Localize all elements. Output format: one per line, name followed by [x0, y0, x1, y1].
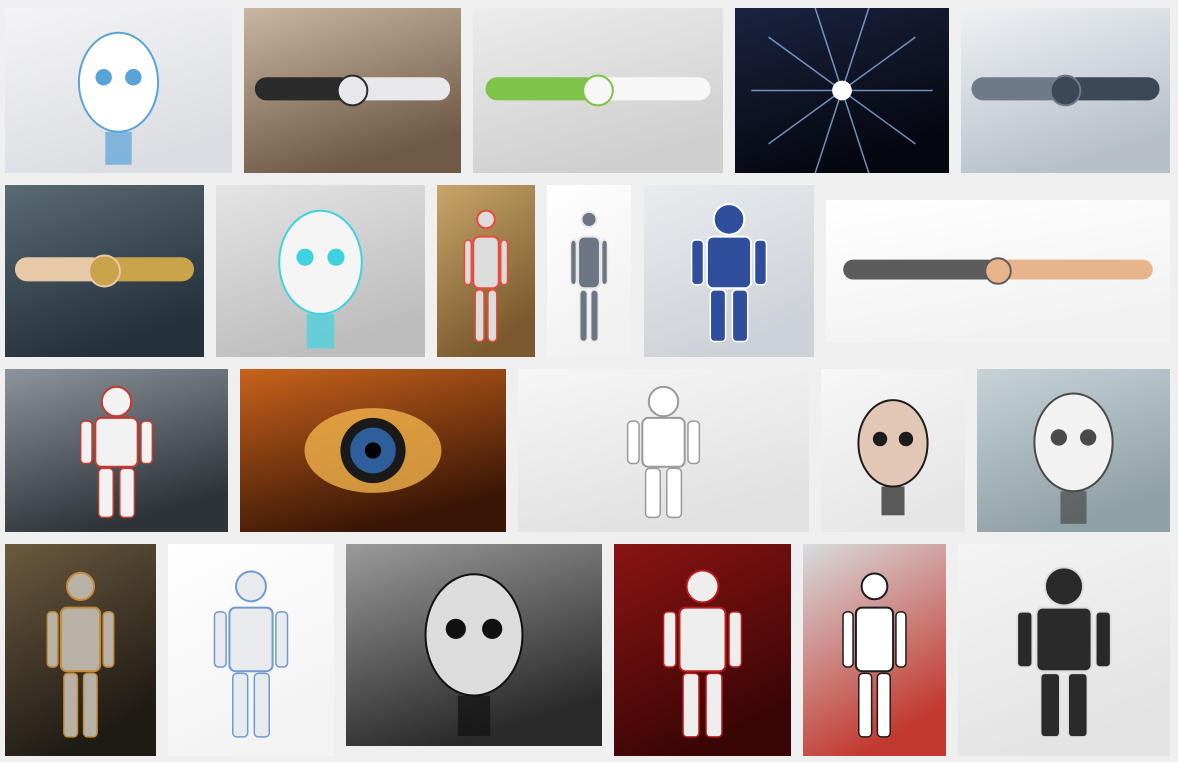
small-humanoid-robot-tile[interactable] [547, 185, 631, 357]
golden-robot-hand-tile[interactable] [5, 185, 204, 357]
woman-robot-costume-icon [437, 185, 535, 357]
asimo-stairs-tile[interactable] [803, 544, 946, 756]
white-blue-robot-tile[interactable] [168, 544, 334, 756]
robot-arm-reaching-tile[interactable] [473, 8, 723, 173]
upside-down-face-tile[interactable] [821, 369, 965, 532]
asimo-robot-icon [803, 544, 946, 756]
blue-robot-icon [644, 185, 814, 357]
robot-skull-bw-tile[interactable] [346, 544, 602, 746]
handshake-icon [244, 8, 461, 173]
white-robot-face-tile[interactable] [5, 8, 232, 173]
light-burst-fingertip-tile[interactable] [735, 8, 949, 173]
robot-arms-reaching-tile[interactable] [961, 8, 1170, 173]
upside-down-face-icon [821, 369, 965, 532]
gold-hand-icon [5, 185, 204, 357]
cyborg-profile-circuit-tile[interactable] [216, 185, 425, 357]
thinking-robot-bokeh-tile[interactable] [5, 369, 228, 532]
white-robot-face-icon [5, 8, 232, 173]
humanoid-robot-icon [547, 185, 631, 357]
walking-robot-icon [518, 369, 809, 532]
android-woman-icon [958, 544, 1170, 756]
image-results-grid [0, 0, 1178, 762]
thinker-robot-icon [614, 544, 791, 756]
cyborg-body-icon [5, 544, 156, 756]
silver-dressed-woman-tile[interactable] [437, 185, 535, 357]
fingers-touch-icon [826, 200, 1170, 342]
android-woman-tile[interactable] [958, 544, 1170, 756]
robot-head-icon [977, 369, 1170, 532]
cyborg-profile-icon [216, 185, 425, 357]
mechanical-eye-icon [240, 369, 506, 532]
walking-white-robot-tile[interactable] [518, 369, 809, 532]
thinking-robot-icon [5, 369, 228, 532]
human-robot-fingers-tile[interactable] [826, 200, 1170, 342]
thinker-robot-red-tile[interactable] [614, 544, 791, 756]
robot-profile-arm-icon [473, 8, 723, 173]
robot-human-handshake-tile[interactable] [244, 8, 461, 173]
light-burst-icon [735, 8, 949, 173]
robot-skull-icon [346, 544, 602, 746]
transparent-cyborg-tile[interactable] [5, 544, 156, 756]
metal-arms-icon [961, 8, 1170, 173]
robot-head-neck-tile[interactable] [977, 369, 1170, 532]
service-robot-icon [168, 544, 334, 756]
mechanical-eye-tile[interactable] [240, 369, 506, 532]
blue-white-robot-tile[interactable] [644, 185, 814, 357]
